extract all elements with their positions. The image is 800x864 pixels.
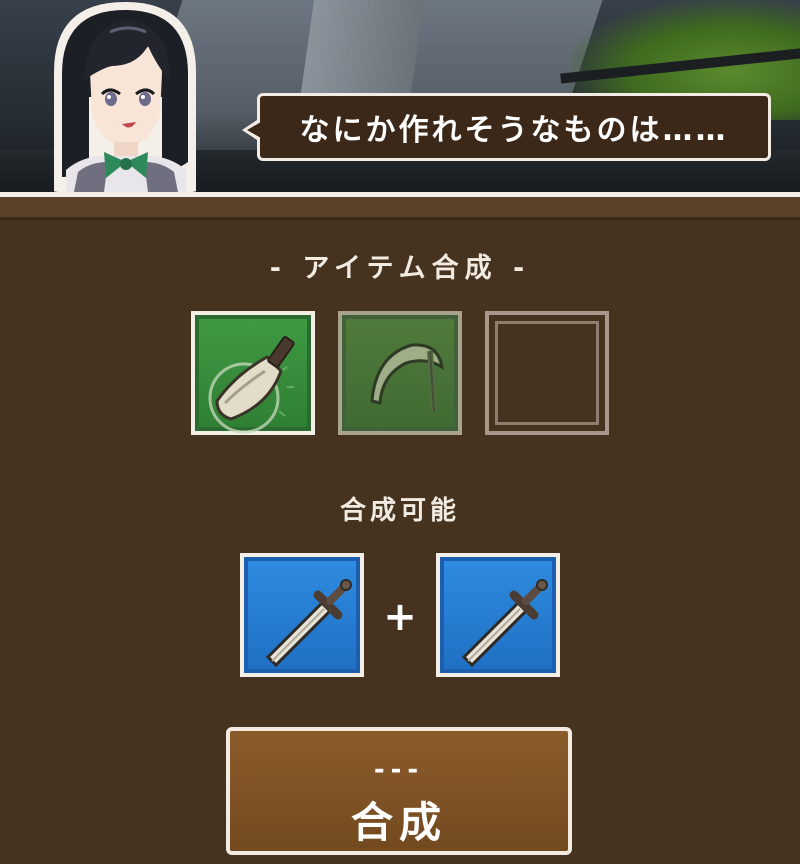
sword-icon xyxy=(265,579,352,668)
material-slot-1[interactable] xyxy=(191,311,315,435)
material-slot-3[interactable] xyxy=(485,311,609,435)
speech-bubble: なにか作れそうなものは…… xyxy=(242,93,771,161)
sword-icon xyxy=(461,579,548,668)
cleaver-icon xyxy=(208,336,295,434)
result-slot-2[interactable] xyxy=(436,553,560,677)
divider-band xyxy=(0,197,800,217)
craft-cost: --- xyxy=(373,755,425,785)
panel-title: - アイテム合成 - xyxy=(269,253,531,284)
craft-button[interactable]: --- 合成 xyxy=(226,727,572,855)
scythe-icon xyxy=(370,343,445,412)
craftable-label: 合成可能 xyxy=(339,496,460,526)
divider-shadow xyxy=(0,217,800,220)
material-slot-2[interactable] xyxy=(338,311,462,435)
craft-button-label: 合成 xyxy=(350,798,447,847)
character-portrait xyxy=(44,2,206,192)
result-slot-1[interactable] xyxy=(240,553,364,677)
plus-sign: + xyxy=(383,594,417,640)
dialogue-text: なにか作れそうなものは…… xyxy=(299,113,729,148)
